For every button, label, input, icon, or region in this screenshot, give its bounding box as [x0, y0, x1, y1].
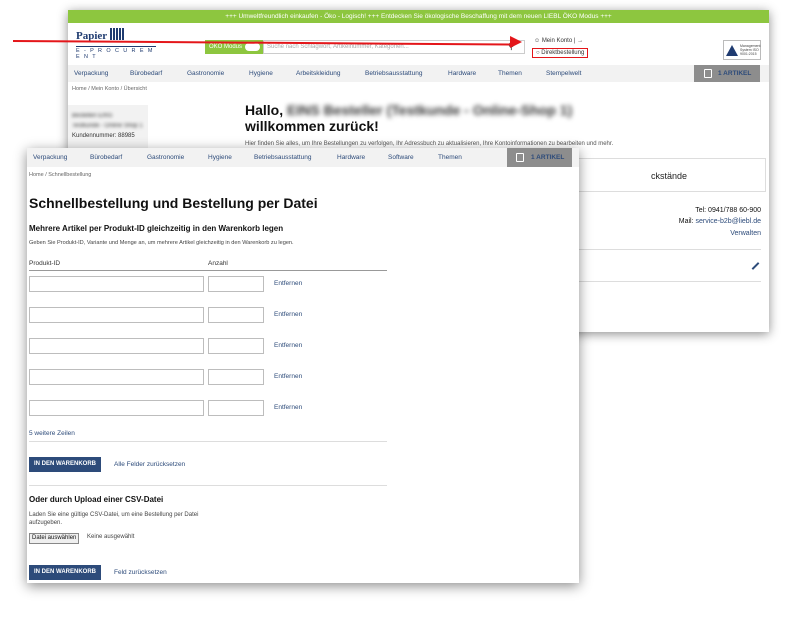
divider [29, 485, 387, 486]
product-id-input[interactable] [29, 369, 204, 385]
nav-item-themen[interactable]: Themen [438, 148, 462, 167]
mail-link[interactable]: service-b2b@liebl.de [696, 218, 761, 225]
reset-all-fields-link[interactable]: Alle Felder zurücksetzen [114, 461, 185, 468]
welcome-heading: Hallo, EINS Besteller (Testkunde - Onlin… [245, 102, 572, 134]
backorders-label: ckstände [651, 171, 688, 181]
breadcrumb: Home / Schnellbestellung [29, 172, 92, 178]
quantity-input[interactable] [208, 400, 264, 416]
mail-label: Mail: [678, 218, 694, 225]
more-rows-link[interactable]: 5 weitere Zeilen [29, 430, 75, 437]
nav-item-hardware[interactable]: Hardware [337, 148, 365, 167]
quantity-input[interactable] [208, 276, 264, 292]
welcome-hint: Hier finden Sie alles, um Ihre Bestellun… [245, 141, 614, 147]
divider [578, 249, 761, 250]
product-id-input[interactable] [29, 276, 204, 292]
certificate-icon [726, 44, 738, 56]
phone-number: Tel: 0941/788 60-900 [695, 207, 761, 214]
choose-file-button[interactable]: Datei auswählen [29, 533, 80, 544]
bulb-icon: ○ [536, 50, 540, 56]
logo-mark-icon [110, 28, 125, 40]
toggle-switch-icon [245, 43, 260, 51]
edit-pencil-icon[interactable] [751, 262, 760, 270]
divider [578, 281, 761, 282]
nav-item-verpackung[interactable]: Verpackung [33, 148, 67, 167]
nav-item-gastronomie[interactable]: Gastronomie [187, 65, 224, 82]
quick-order-window: Verpackung Bürobedarf Gastronomie Hygien… [27, 148, 579, 583]
page-title: Schnellbestellung und Bestellung per Dat… [29, 195, 318, 211]
certificate-badge: Management System ISO 9001:2015 [723, 40, 761, 60]
contact-info: Tel: 0941/788 60-900 Mail: service-b2b@l… [679, 205, 761, 227]
oko-mode-label: ÖKO Modus [209, 44, 243, 50]
my-account-link[interactable]: ☺ Mein Konto | → [534, 38, 583, 44]
welcome-text: willkommen zurück! [245, 118, 379, 134]
divider [29, 270, 387, 271]
product-id-input[interactable] [29, 400, 204, 416]
sidebar-customer-number: Kundennummer: 88985 [72, 133, 135, 139]
section-title: Mehrere Artikel per Produkt-ID gleichzei… [29, 224, 284, 233]
product-id-input[interactable] [29, 307, 204, 323]
logout-icon: → [577, 38, 584, 44]
sidebar-name: Bestellen EINS [72, 113, 113, 119]
quantity-input[interactable] [208, 338, 264, 354]
csv-upload-title: Oder durch Upload einer CSV-Datei [29, 495, 164, 504]
add-to-cart-csv-button[interactable]: IN DEN WARENKORB [29, 565, 102, 580]
product-id-input[interactable] [29, 338, 204, 354]
manage-link[interactable]: Verwalten [730, 230, 761, 237]
cart-button[interactable]: 1 ARTIKEL [507, 148, 572, 167]
remove-row-link[interactable]: Entfernen [274, 342, 302, 349]
quantity-input[interactable] [208, 369, 264, 385]
divider [29, 441, 387, 442]
shopping-bag-icon [704, 69, 712, 78]
promo-banner: +++ Umweltfreundlich einkaufen - Öko - L… [68, 10, 769, 23]
logo[interactable]: Papier E - P R O C U R E M E N T [76, 28, 156, 60]
nav-item-hardware[interactable]: Hardware [448, 65, 476, 82]
nav-item-verpackung[interactable]: Verpackung [74, 65, 108, 82]
column-header-quantity: Anzahl [208, 260, 228, 267]
hallo-text: Hallo, [245, 102, 284, 118]
shopping-bag-icon [516, 153, 524, 162]
main-nav: Verpackung Bürobedarf Gastronomie Hygien… [68, 65, 769, 82]
certificate-text: Management System ISO 9001:2015 [740, 44, 761, 56]
quantity-input[interactable] [208, 307, 264, 323]
nav-item-buerobedarf[interactable]: Bürobedarf [90, 148, 122, 167]
my-account-label: Mein Konto | [541, 38, 576, 44]
nav-item-gastronomie[interactable]: Gastronomie [147, 148, 184, 167]
nav-item-stempelwelt[interactable]: Stempelwelt [546, 65, 581, 82]
breadcrumb: Home / Mein Konto / Übersicht [72, 86, 147, 92]
logo-subtitle: E - P R O C U R E M E N T [76, 46, 156, 60]
remove-row-link[interactable]: Entfernen [274, 280, 302, 287]
cart-label: 1 ARTIKEL [718, 70, 752, 77]
nav-item-software[interactable]: Software [388, 148, 414, 167]
remove-row-link[interactable]: Entfernen [274, 373, 302, 380]
remove-row-link[interactable]: Entfernen [274, 404, 302, 411]
column-header-product-id: Produkt-ID [29, 260, 61, 267]
user-icon: ☺ [534, 38, 541, 44]
nav-item-themen[interactable]: Themen [498, 65, 522, 82]
no-file-selected-text: Keine ausgewählt [87, 534, 135, 540]
direct-order-label: Direktbestellung [541, 50, 585, 56]
cart-label: 1 ARTIKEL [531, 154, 565, 161]
arrow-head-icon [509, 35, 523, 49]
csv-upload-description: Laden Sie eine gültige CSV-Datei, um ein… [29, 512, 199, 526]
nav-item-hygiene[interactable]: Hygiene [208, 148, 232, 167]
reset-field-link[interactable]: Feld zurücksetzen [114, 569, 167, 576]
nav-item-hygiene[interactable]: Hygiene [249, 65, 273, 82]
nav-item-betriebsausstattung[interactable]: Betriebsausstattung [254, 148, 311, 167]
nav-item-buerobedarf[interactable]: Bürobedarf [130, 65, 162, 82]
sidebar-company: Testkunde - Online Shop 1 [72, 123, 143, 129]
user-name: EINS Besteller (Testkunde - Online-Shop … [287, 102, 573, 118]
add-to-cart-button[interactable]: IN DEN WARENKORB [29, 457, 102, 472]
remove-row-link[interactable]: Entfernen [274, 311, 302, 318]
nav-item-arbeitskleidung[interactable]: Arbeitskleidung [296, 65, 340, 82]
nav-item-betriebsausstattung[interactable]: Betriebsausstattung [365, 65, 422, 82]
section-description: Geben Sie Produkt-ID, Variante und Menge… [29, 240, 294, 246]
cart-button[interactable]: 1 ARTIKEL [694, 65, 760, 82]
direct-order-link[interactable]: ○ Direktbestellung [532, 48, 589, 58]
backorders-card[interactable]: ckstände [576, 158, 766, 192]
main-nav: Verpackung Bürobedarf Gastronomie Hygien… [27, 148, 579, 167]
